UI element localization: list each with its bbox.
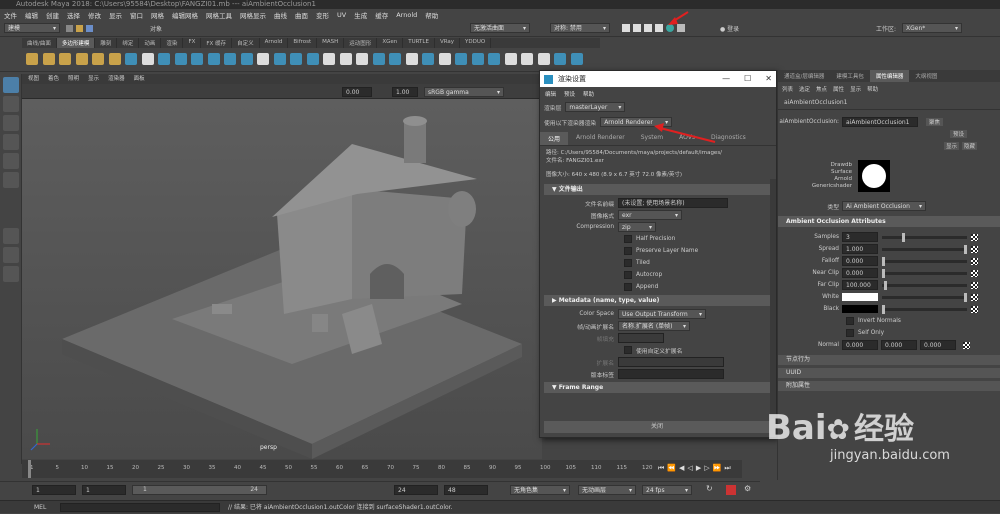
watermark-paw-icon: ✿ (826, 413, 850, 446)
watermark-url: jingyan.baidu.com (830, 448, 950, 463)
watermark-brand2: 经验 (853, 412, 914, 447)
watermark-brand: Bai (766, 408, 827, 448)
arrow-head-renderer (654, 123, 664, 132)
watermark: Bai✿ 经验 jingyan.baidu.com (760, 398, 1000, 498)
arrow-to-renderer (659, 127, 716, 143)
